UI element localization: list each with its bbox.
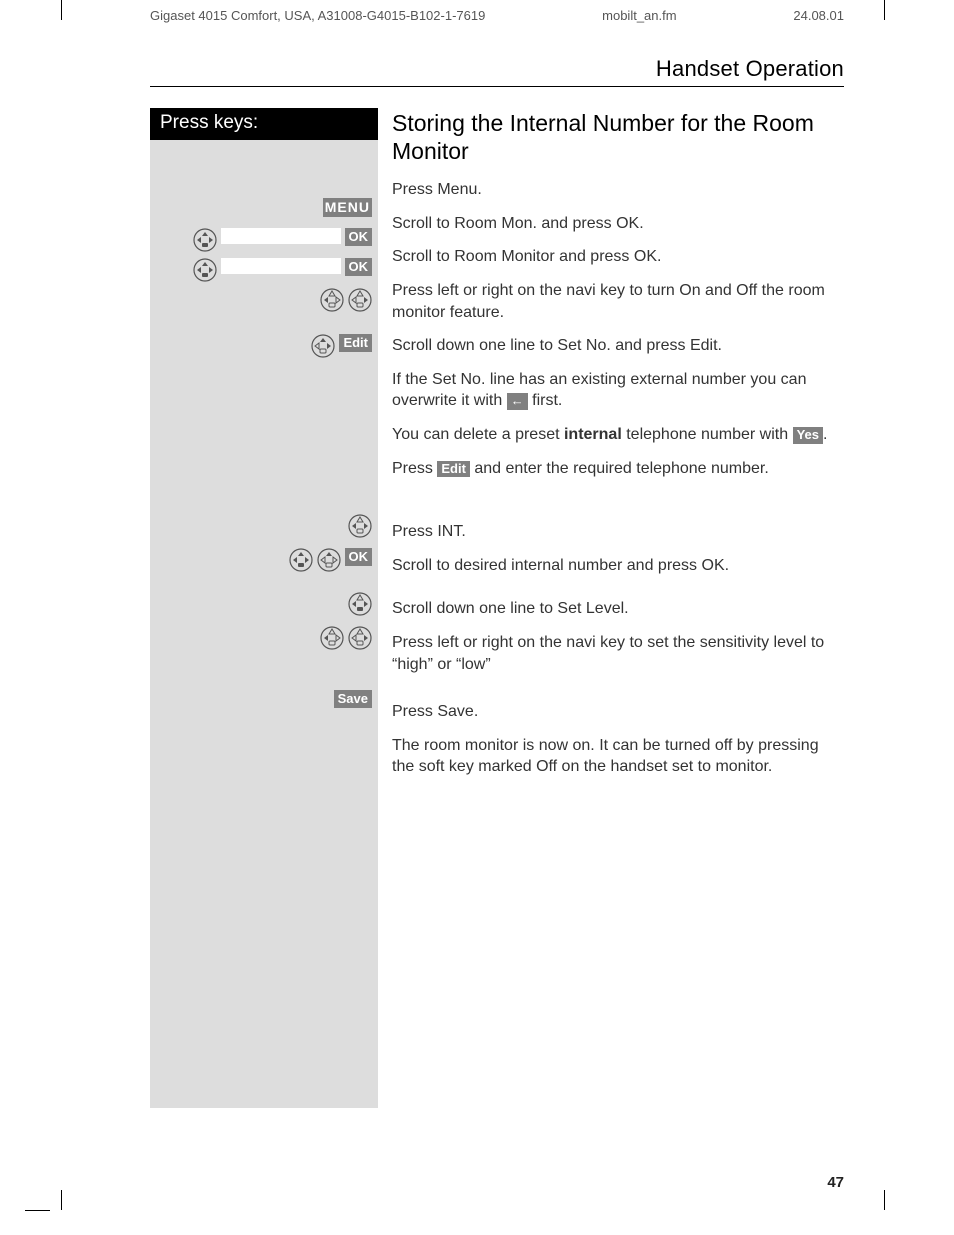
instructions-column: Storing the Internal Number for the Room… [378, 108, 844, 1108]
text-fragment: first. [528, 392, 563, 409]
display-field [221, 258, 341, 274]
navi-key-icon [193, 228, 217, 252]
step-text: Scroll to Room Monitor and press OK. [392, 244, 844, 278]
navi-key-left-icon [320, 288, 344, 312]
page-number: 47 [827, 1174, 844, 1191]
step-text: Press left or right on the navi key to t… [392, 278, 844, 333]
press-keys-header: Press keys: [150, 108, 378, 140]
navi-key-icon [193, 258, 217, 282]
crop-mark [884, 1190, 885, 1210]
navi-key-icon [311, 334, 335, 358]
navi-key-left-icon [320, 626, 344, 650]
key-row: OK [150, 226, 378, 256]
step-text: If the Set No. line has an existing exte… [392, 367, 844, 422]
ok-softkey: OK [345, 228, 373, 246]
ok-softkey: OK [345, 548, 373, 566]
key-row: MENU [150, 196, 378, 226]
step-text: You can delete a preset internal telepho… [392, 422, 844, 456]
ok-softkey: OK [345, 258, 373, 276]
key-row: Edit [150, 332, 378, 362]
key-row [150, 590, 378, 624]
crop-mark [61, 0, 62, 20]
key-row [150, 512, 378, 546]
content-area: Press keys: MENU OK [150, 108, 844, 1108]
section-header: Handset Operation [150, 56, 844, 87]
text-fragment: Press [392, 460, 437, 477]
text-bold: internal [564, 426, 622, 443]
text-fragment: If the Set No. line has an existing exte… [392, 371, 806, 410]
step-text: Scroll down one line to Set Level. [392, 596, 844, 630]
step-text: The room monitor is now on. It can be tu… [392, 733, 844, 788]
crop-mark [884, 0, 885, 20]
step-text: Press Menu. [392, 177, 844, 211]
text-fragment: telephone number with [622, 426, 793, 443]
section-title: Handset Operation [656, 56, 844, 81]
crop-mark [25, 1210, 50, 1211]
menu-softkey: MENU [323, 198, 372, 217]
topic-title: Storing the Internal Number for the Room… [392, 110, 844, 165]
key-row [150, 624, 378, 688]
navi-key-right-icon [348, 288, 372, 312]
header-meta: Gigaset 4015 Comfort, USA, A31008-G4015-… [150, 8, 844, 23]
edit-softkey: Edit [339, 334, 372, 352]
backspace-icon: ← [507, 393, 528, 410]
navi-key-up-icon [317, 548, 341, 572]
step-text: Press Save. [392, 699, 844, 733]
edit-softkey-inline: Edit [437, 461, 470, 478]
step-text: Press Edit and enter the required teleph… [392, 456, 844, 520]
text-fragment: You can delete a preset [392, 426, 564, 443]
step-text: Scroll to Room Mon. and press OK. [392, 211, 844, 245]
source-filename: mobilt_an.fm [602, 8, 676, 23]
navi-key-icon [289, 548, 313, 572]
step-text: Press left or right on the navi key to s… [392, 630, 844, 699]
step-text: Scroll to desired internal number and pr… [392, 553, 844, 597]
key-row: OK [150, 546, 378, 590]
yes-softkey-inline: Yes [793, 427, 823, 444]
key-row: Save [150, 688, 378, 718]
document-date: 24.08.01 [793, 8, 844, 23]
text-fragment: . [823, 426, 827, 443]
navi-key-down-icon [348, 592, 372, 616]
press-keys-column: Press keys: MENU OK [150, 108, 378, 1108]
key-row [150, 286, 378, 332]
crop-mark [61, 1190, 62, 1210]
text-fragment: and enter the required telephone number. [470, 460, 769, 477]
navi-key-int-icon [348, 514, 372, 538]
manual-page: Gigaset 4015 Comfort, USA, A31008-G4015-… [0, 0, 954, 1235]
product-id: Gigaset 4015 Comfort, USA, A31008-G4015-… [150, 8, 485, 23]
step-text: Scroll down one line to Set No. and pres… [392, 333, 844, 367]
step-text: Press INT. [392, 519, 844, 553]
save-softkey: Save [334, 690, 372, 708]
navi-key-right-icon [348, 626, 372, 650]
display-field [221, 228, 341, 244]
key-row: OK [150, 256, 378, 286]
